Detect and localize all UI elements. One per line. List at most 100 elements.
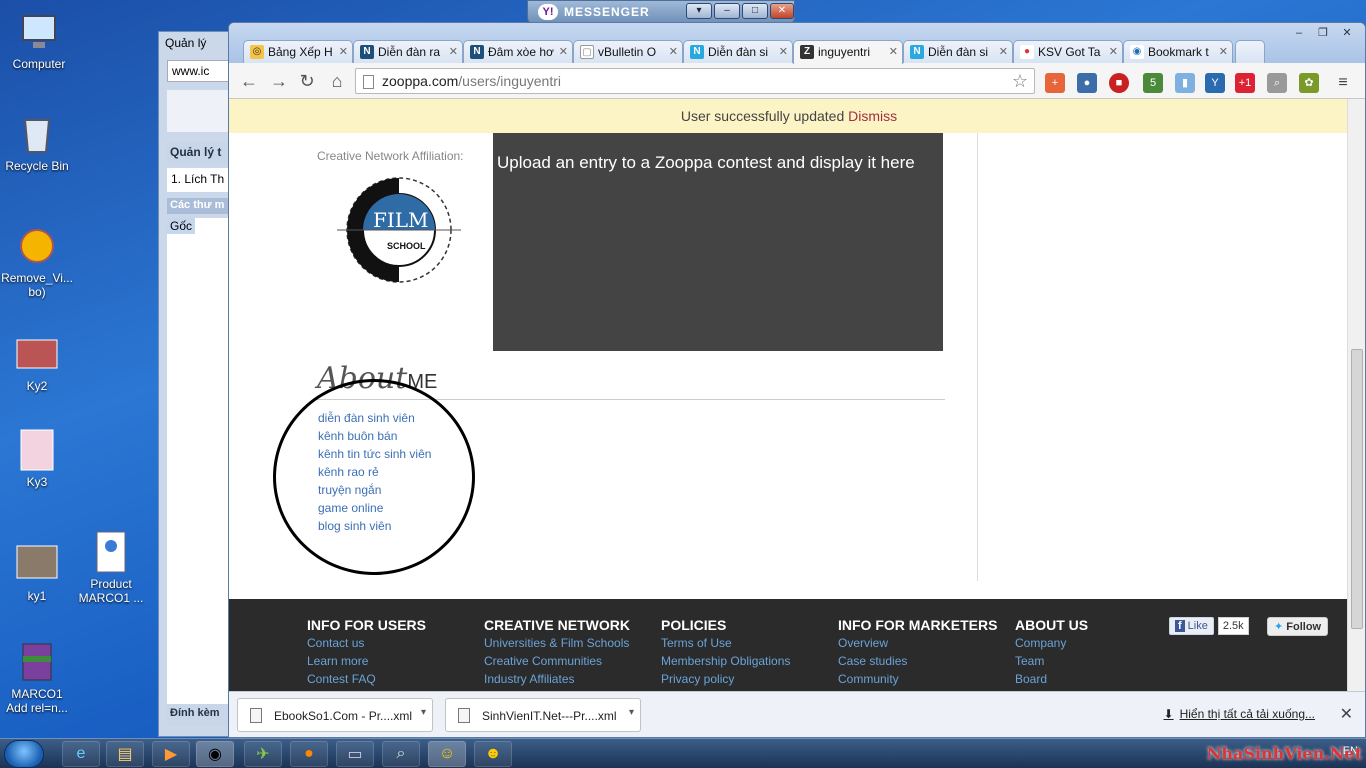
- messenger-titlebar[interactable]: Y! MESSENGER ▾ – □ ✕: [527, 0, 795, 24]
- start-button[interactable]: [4, 740, 44, 768]
- tab-dien-dan-2[interactable]: N Diễn đàn si ✕: [683, 40, 793, 64]
- desktop-icon-remove[interactable]: Remove_Vi... bo): [0, 224, 74, 299]
- footer-link[interactable]: Learn more: [307, 654, 477, 672]
- media-player-icon[interactable]: ▶: [152, 741, 190, 767]
- tab-ksv[interactable]: ● KSV Got Ta ✕: [1013, 40, 1123, 64]
- follow-label: Follow: [1286, 621, 1322, 633]
- rar-archive-icon: [22, 643, 52, 681]
- extension-stop-icon[interactable]: ■: [1109, 73, 1129, 93]
- chrome-menu-icon[interactable]: ≡: [1333, 73, 1353, 93]
- desktop-icon-recycle-bin[interactable]: Recycle Bin: [0, 112, 74, 173]
- scrollbar-thumb[interactable]: [1351, 349, 1363, 629]
- footer-link[interactable]: Privacy policy: [661, 672, 831, 690]
- background-folder[interactable]: Gốc: [167, 218, 196, 234]
- tab-bang-xep-hang[interactable]: ◎ Bảng Xếp H ✕: [243, 40, 353, 64]
- footer-link[interactable]: Contact us: [307, 636, 477, 654]
- tab-close-icon[interactable]: ✕: [999, 45, 1008, 58]
- bird-app-icon[interactable]: ✈: [244, 741, 282, 767]
- tab-dien-dan-3[interactable]: N Diễn đàn si ✕: [903, 40, 1013, 64]
- facebook-like-button[interactable]: f Like: [1169, 617, 1214, 635]
- bookmark-star-icon[interactable]: ☆: [1012, 71, 1028, 92]
- search-icon[interactable]: ⌕: [382, 741, 420, 767]
- extension-gplus-icon[interactable]: +1: [1235, 73, 1255, 93]
- footer-link[interactable]: Membership Obligations: [661, 654, 831, 672]
- footer-link[interactable]: Board: [1015, 672, 1185, 690]
- firefox-icon[interactable]: ●: [290, 741, 328, 767]
- twitter-follow-button[interactable]: ✦ Follow: [1267, 617, 1329, 636]
- chevron-down-icon[interactable]: ▾: [629, 707, 634, 718]
- footer-link[interactable]: Contest FAQ: [307, 672, 477, 690]
- tab-dien-dan-1[interactable]: N Diễn đàn ra ✕: [353, 40, 463, 64]
- tab-close-icon[interactable]: ✕: [1219, 45, 1228, 58]
- desktop-icon-computer[interactable]: Computer: [2, 10, 76, 71]
- footer-link[interactable]: Creative Communities: [484, 654, 654, 672]
- extension-chart-icon[interactable]: 5: [1143, 73, 1163, 93]
- desktop-icon-ky2[interactable]: Ky2: [0, 332, 74, 393]
- footer-link[interactable]: Company: [1015, 636, 1185, 654]
- ie-icon[interactable]: e: [62, 741, 100, 767]
- highlight-circle-annotation: [273, 379, 475, 575]
- background-item[interactable]: 1. Lích Th: [167, 168, 237, 192]
- tab-close-icon[interactable]: ✕: [339, 45, 348, 58]
- close-button[interactable]: ✕: [1335, 26, 1359, 42]
- close-icon[interactable]: ✕: [1340, 704, 1353, 724]
- computer-monitor-icon[interactable]: ▭: [336, 741, 374, 767]
- show-all-downloads-link[interactable]: ⬇ Hiển thị tất cả tải xuống...: [1164, 707, 1315, 721]
- dismiss-link[interactable]: Dismiss: [848, 108, 897, 124]
- desktop-icon-marco1[interactable]: MARCO1 Add rel=n...: [0, 640, 74, 715]
- maximize-button[interactable]: ❐: [1311, 26, 1335, 42]
- footer-link[interactable]: Industry Affiliates: [484, 672, 654, 690]
- download-item[interactable]: EbookSo1.Com - Pr....xml ▾: [237, 698, 433, 732]
- footer-link[interactable]: Terms of Use: [661, 636, 831, 654]
- home-icon[interactable]: ⌂: [325, 69, 349, 93]
- maximize-button[interactable]: □: [742, 3, 768, 19]
- forward-arrow-icon[interactable]: →: [267, 69, 291, 93]
- footer-heading: INFO FOR USERS: [307, 617, 427, 633]
- upload-entry-placeholder[interactable]: Upload an entry to a Zooppa contest and …: [493, 133, 943, 351]
- desktop-icon-ky3[interactable]: Ky3: [0, 428, 74, 489]
- tab-close-icon[interactable]: ✕: [779, 45, 788, 58]
- tab-vbulletin[interactable]: ▢ vBulletin O ✕: [573, 40, 683, 64]
- extension-flag-icon[interactable]: Y: [1205, 73, 1225, 93]
- minimize-button[interactable]: –: [714, 3, 740, 19]
- film-school-logo[interactable]: FILM SCHOOL: [329, 165, 469, 295]
- tab-close-icon[interactable]: ✕: [449, 45, 458, 58]
- chat-app-icon[interactable]: ☻: [474, 741, 512, 767]
- footer-link[interactable]: Case studies: [838, 654, 1008, 672]
- extension-plus-icon[interactable]: +: [1045, 73, 1065, 93]
- extension-bars-icon[interactable]: ▮: [1175, 73, 1195, 93]
- tab-close-icon[interactable]: ✕: [1109, 45, 1118, 58]
- yahoo-messenger-icon[interactable]: ☺: [428, 741, 466, 767]
- download-item[interactable]: SinhVienIT.Net---Pr....xml ▾: [445, 698, 641, 732]
- footer-link[interactable]: Team: [1015, 654, 1185, 672]
- tab-close-icon[interactable]: ✕: [669, 45, 678, 58]
- close-button[interactable]: ✕: [770, 3, 794, 19]
- footer-link[interactable]: Community: [838, 672, 1008, 690]
- extension-person-icon[interactable]: ●: [1077, 73, 1097, 93]
- reload-icon[interactable]: ↻: [295, 69, 319, 93]
- address-bar[interactable]: zooppa.com/users/inguyentri ☆: [355, 68, 1035, 94]
- back-arrow-icon[interactable]: ←: [237, 69, 261, 93]
- tab-bookmark[interactable]: ◉ Bookmark t ✕: [1123, 40, 1233, 64]
- tab-close-icon[interactable]: ✕: [559, 45, 568, 58]
- tab-close-icon[interactable]: ✕: [889, 45, 898, 58]
- extension-search-icon[interactable]: ⌕: [1267, 73, 1287, 93]
- tab-dam-xoe[interactable]: N Đâm xòe hơ ✕: [463, 40, 573, 64]
- chrome-icon[interactable]: ◉: [196, 741, 234, 767]
- background-address-bar[interactable]: www.ic: [167, 60, 237, 82]
- chevron-down-icon[interactable]: ▾: [421, 707, 426, 718]
- desktop-icon-ky1[interactable]: ky1: [0, 542, 74, 603]
- background-browser-window[interactable]: Quản lý www.ic Quản lý t 1. Lích Th Các …: [158, 31, 238, 737]
- tab-inguyentri[interactable]: Zinguyentri ✕: [793, 40, 903, 64]
- footer-link[interactable]: Overview: [838, 636, 1008, 654]
- footer-link[interactable]: Universities & Film Schools: [484, 636, 654, 654]
- extension-gear-icon[interactable]: ✿: [1299, 73, 1319, 93]
- vertical-scrollbar[interactable]: [1347, 99, 1365, 691]
- messenger-title: MESSENGER: [564, 5, 650, 19]
- desktop-icon-product[interactable]: Product MARCO1 ...: [74, 530, 148, 605]
- new-tab-button[interactable]: [1235, 40, 1265, 64]
- folder-icon[interactable]: ▤: [106, 741, 144, 767]
- download-filename: EbookSo1.Com - Pr....xml: [274, 709, 413, 723]
- minimize-button[interactable]: –: [1287, 27, 1311, 43]
- messenger-options-button[interactable]: ▾: [686, 3, 712, 19]
